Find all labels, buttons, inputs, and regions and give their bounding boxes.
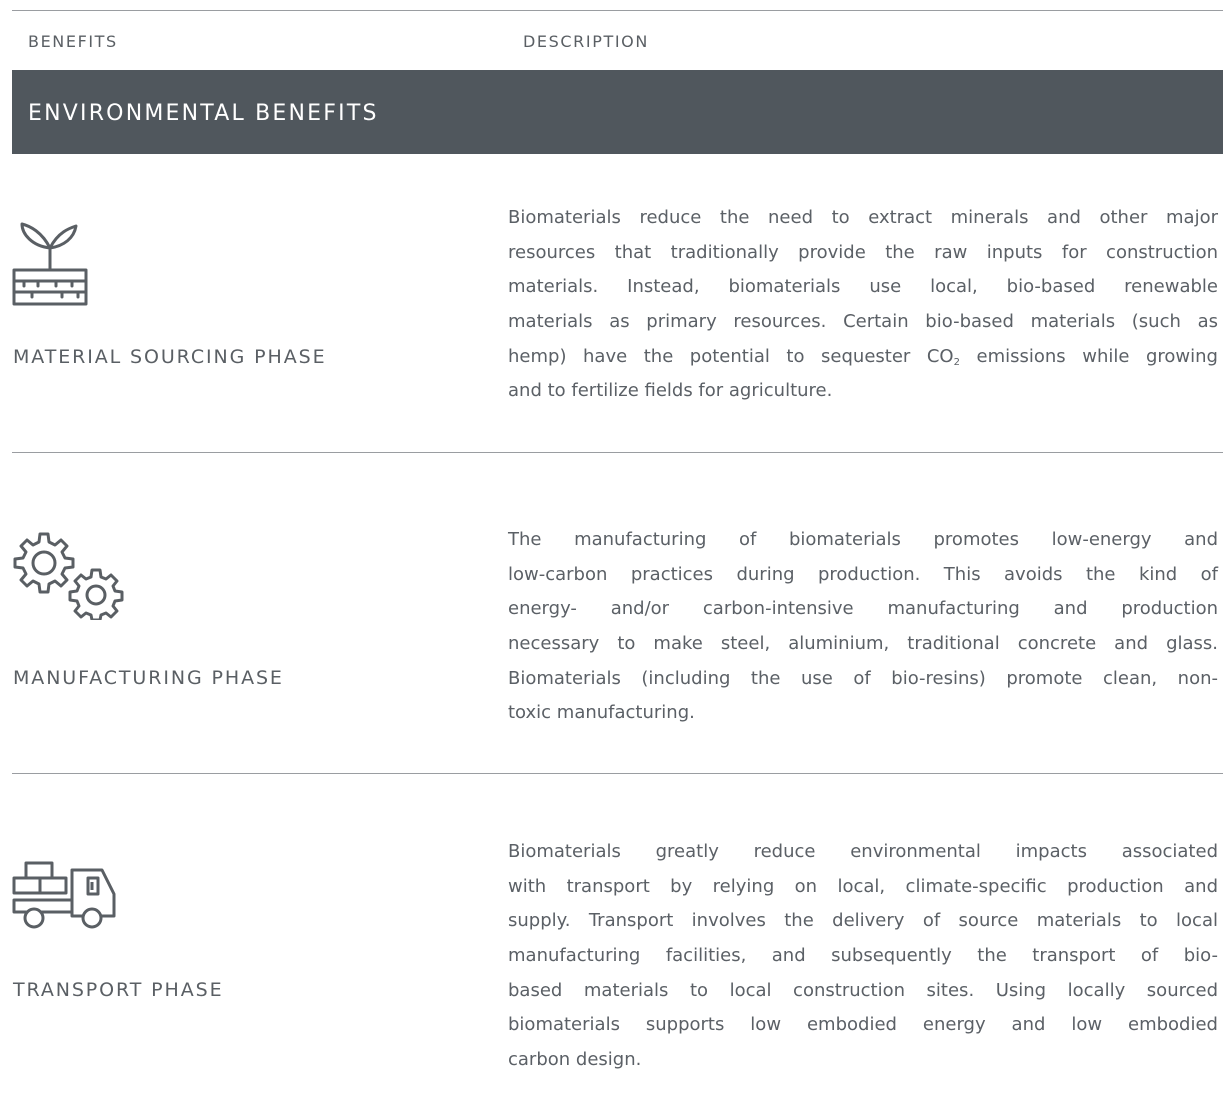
gears-icon xyxy=(12,532,124,620)
description-line: energy- and/or carbon-intensive manufact… xyxy=(508,598,1218,620)
description-line-with-subscript: hemp) have the potential to sequester CO… xyxy=(508,340,1218,375)
row-description: The manufacturing of biomaterials promot… xyxy=(508,523,1218,731)
description-line: Biomaterials greatly reduce environmenta… xyxy=(508,841,1218,862)
description-line: supply. Transport involves the delivery … xyxy=(508,910,1218,932)
description-line: manufacturing facilities, and subsequent… xyxy=(508,945,1218,967)
description-line: low-carbon practices during production. … xyxy=(508,563,1218,585)
column-header-benefits: BENEFITS xyxy=(28,32,118,51)
description-text: emissions while growing xyxy=(959,345,1218,367)
row-divider xyxy=(12,452,1223,453)
description-line: materials as primary resources. Certain … xyxy=(508,311,1218,333)
description-line: and to fertilize fields for agriculture. xyxy=(508,380,833,402)
row-divider xyxy=(12,773,1223,774)
description-line: with transport by relying on local, clim… xyxy=(508,875,1218,897)
row-description: Biomaterials greatly reduce environmenta… xyxy=(508,835,1218,1078)
description-line: materials. Instead, biomaterials use loc… xyxy=(508,276,1218,298)
column-header-description: DESCRIPTION xyxy=(523,32,649,51)
section-title: ENVIRONMENTAL BENEFITS xyxy=(28,101,379,126)
row-title: MATERIAL SOURCING PHASE xyxy=(13,346,327,368)
description-line: The manufacturing of biomaterials promot… xyxy=(508,529,1218,550)
description-line: biomaterials supports low embodied energ… xyxy=(508,1014,1218,1036)
section-banner: ENVIRONMENTAL BENEFITS xyxy=(12,70,1223,154)
description-line: toxic manufacturing. xyxy=(508,702,695,724)
sprout-in-soil-icon xyxy=(12,218,88,308)
description-line: Biomaterials (including the use of bio-r… xyxy=(508,667,1218,689)
description-line: carbon design. xyxy=(508,1049,642,1071)
table-top-divider xyxy=(12,10,1223,11)
row-title: TRANSPORT PHASE xyxy=(13,979,224,1001)
row-title: MANUFACTURING PHASE xyxy=(13,667,284,689)
description-line: resources that traditionally provide the… xyxy=(508,241,1218,263)
benefits-table: BENEFITS DESCRIPTION ENVIRONMENTAL BENEF… xyxy=(0,0,1223,1118)
delivery-truck-icon xyxy=(12,860,118,930)
description-text: hemp) have the potential to sequester CO xyxy=(508,345,954,367)
row-description: Biomaterials reduce the need to extract … xyxy=(508,201,1218,409)
description-line: necessary to make steel, aluminium, trad… xyxy=(508,633,1218,655)
description-line: Biomaterials reduce the need to extract … xyxy=(508,207,1218,228)
description-line: based materials to local construction si… xyxy=(508,979,1218,1001)
